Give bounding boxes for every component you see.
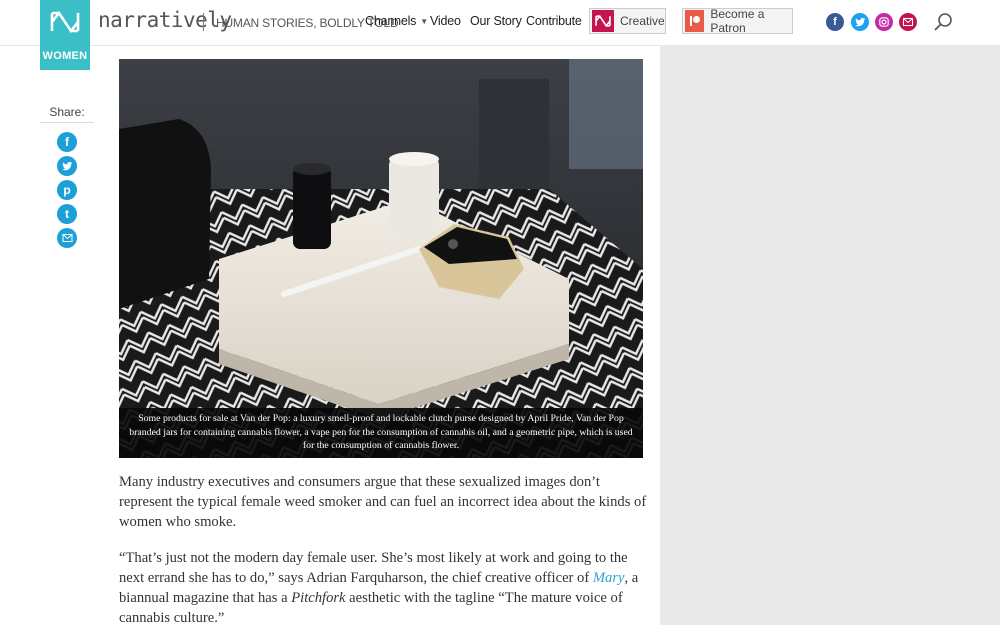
share-divider (40, 122, 94, 123)
article-paragraph-2: “That’s just not the modern day female u… (119, 548, 649, 625)
facebook-icon[interactable]: f (826, 13, 844, 31)
creative-logo-icon (592, 10, 614, 32)
nav-channels-label: Channels (365, 14, 417, 28)
site-header: narratively HUMAN STORIES, BOLDLY TOLD C… (0, 0, 1000, 46)
header-divider (203, 13, 204, 31)
instagram-icon[interactable] (875, 13, 893, 31)
become-patron-button[interactable]: Become a Patron (682, 7, 793, 35)
patron-label: Become a Patron (710, 7, 765, 35)
brand-wordmark[interactable]: narratively (98, 8, 232, 32)
section-label[interactable]: WOMEN (40, 50, 90, 62)
article-photo: Some products for sale at Van der Pop: a… (119, 59, 643, 458)
article-paragraph-1: Many industry executives and consumers a… (119, 474, 647, 530)
paragraph-text: “That’s just not the modern day female u… (119, 550, 628, 586)
email-icon[interactable] (899, 13, 917, 31)
pitchfork-emphasis: Pitchfork (291, 590, 346, 606)
nav-channels[interactable]: Channels ▼ (365, 14, 428, 28)
share-pinterest-icon[interactable]: p (57, 180, 77, 200)
share-label: Share: (49, 105, 85, 119)
share-twitter-icon[interactable] (57, 156, 77, 176)
narratively-logo-icon (40, 0, 90, 44)
creative-label: Creative (620, 14, 665, 28)
search-icon[interactable] (933, 12, 953, 32)
nav-video[interactable]: Video (430, 14, 461, 28)
photo-caption: Some products for sale at Van der Pop: a… (119, 408, 643, 458)
nav-our-story[interactable]: Our Story (470, 14, 522, 28)
share-email-icon[interactable] (57, 228, 77, 248)
mary-magazine-link[interactable]: Mary (593, 570, 625, 586)
twitter-icon[interactable] (851, 13, 869, 31)
right-gutter (660, 46, 1000, 625)
share-facebook-icon[interactable]: f (57, 132, 77, 152)
site-logo[interactable]: WOMEN (40, 0, 90, 70)
chevron-down-icon: ▼ (420, 17, 428, 27)
nav-contribute[interactable]: Contribute (526, 14, 582, 28)
creative-button[interactable]: Creative (589, 8, 666, 34)
share-tumblr-icon[interactable]: t (57, 204, 77, 224)
patreon-icon (685, 10, 705, 32)
